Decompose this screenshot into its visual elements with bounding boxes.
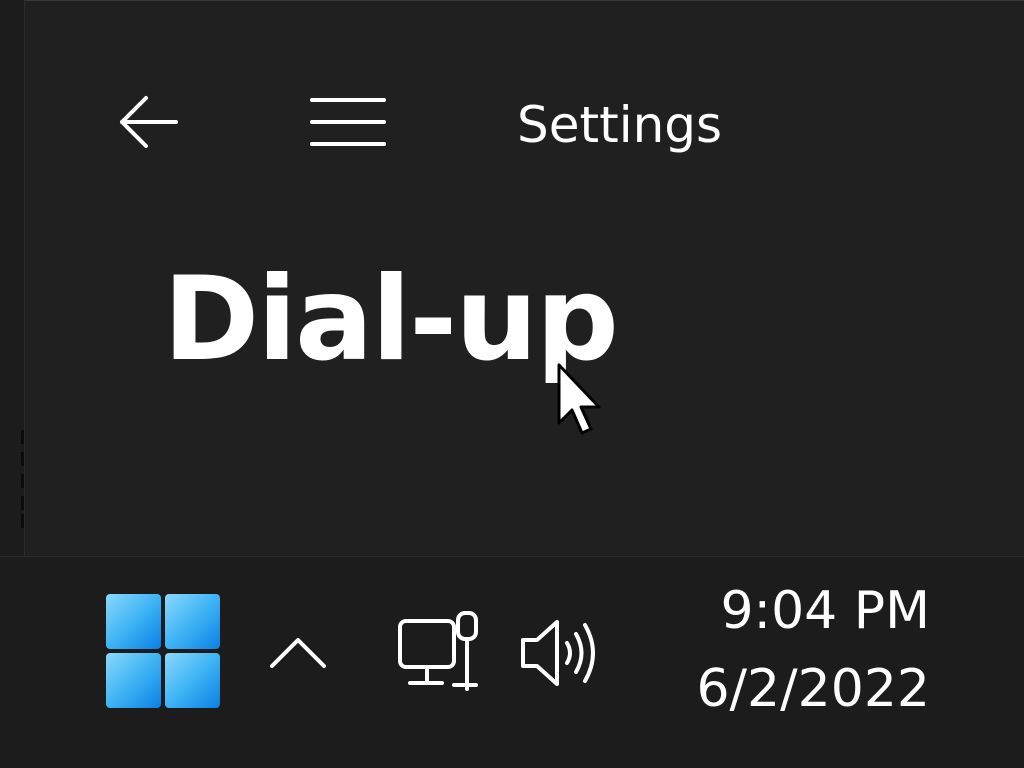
show-hidden-icons-button[interactable] bbox=[262, 617, 334, 687]
navigation-menu-button[interactable] bbox=[302, 86, 394, 158]
windows-logo-icon bbox=[106, 594, 220, 708]
clock-date: 6/2/2022 bbox=[696, 659, 930, 719]
taskbar-clock[interactable]: 9:04 PM 6/2/2022 bbox=[660, 575, 930, 725]
hamburger-menu-icon bbox=[310, 98, 386, 146]
back-arrow-icon bbox=[120, 96, 178, 148]
clock-time: 9:04 PM bbox=[720, 581, 930, 641]
app-title: Settings bbox=[517, 96, 723, 154]
volume-button[interactable] bbox=[510, 609, 608, 697]
background-window-edge bbox=[0, 0, 24, 556]
speaker-volume-icon bbox=[521, 620, 595, 686]
page-title: Dial-up bbox=[163, 252, 619, 387]
taskbar: 9:04 PM 6/2/2022 bbox=[0, 556, 1024, 768]
network-button[interactable] bbox=[392, 603, 488, 699]
back-button[interactable] bbox=[110, 86, 186, 158]
wired-network-icon bbox=[398, 611, 478, 691]
start-button[interactable] bbox=[96, 585, 230, 717]
chevron-up-icon bbox=[270, 638, 326, 668]
